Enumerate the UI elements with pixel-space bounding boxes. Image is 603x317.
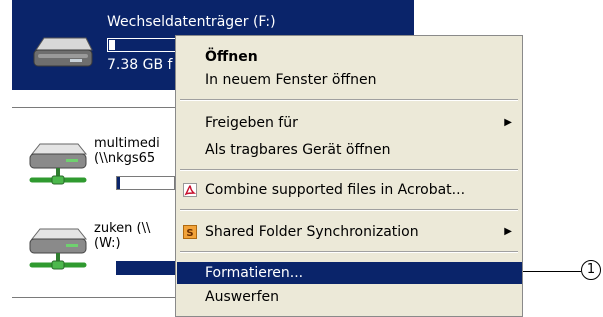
- section-divider: [12, 107, 175, 108]
- menu-item-label: In neuem Fenster öffnen: [205, 72, 377, 88]
- menu-item-open[interactable]: Öffnen: [177, 46, 522, 68]
- menu-item-label: Als tragbares Gerät öffnen: [205, 142, 391, 158]
- network-drive-icon: [29, 228, 88, 270]
- network-drive-name: multimedi: [94, 136, 160, 151]
- network-drive-item-multimedia[interactable]: multimedi (\\nkgs65: [12, 130, 175, 202]
- network-drive-usage-bar: [116, 261, 175, 275]
- callout-marker: 1: [581, 260, 601, 280]
- menu-item-label: Freigeben für: [205, 115, 298, 131]
- network-drive-usage-fill: [117, 262, 174, 274]
- submenu-arrow-icon: ▶: [504, 226, 512, 237]
- menu-separator: [180, 99, 518, 101]
- network-drive-item-zuken[interactable]: zuken (\\ (W:): [12, 215, 175, 287]
- network-drive-usage-fill: [117, 177, 121, 189]
- menu-item-label: Formatieren...: [205, 265, 304, 281]
- svg-text:S: S: [186, 228, 193, 239]
- menu-separator: [180, 209, 518, 211]
- network-drive-path: (W:): [94, 236, 121, 251]
- menu-item-open-as-portable[interactable]: Als tragbares Gerät öffnen: [177, 139, 522, 161]
- menu-item-format[interactable]: Formatieren...: [177, 262, 522, 284]
- network-drive-icon: [29, 143, 88, 185]
- menu-item-shared-folder-sync[interactable]: S Shared Folder Synchronization ▶: [177, 221, 522, 243]
- menu-item-share-with[interactable]: Freigeben für ▶: [177, 112, 522, 134]
- drive-usage-fill: [109, 40, 115, 50]
- network-drive-path: (\\nkgs65: [94, 151, 156, 166]
- callout-line: [523, 271, 581, 272]
- network-drive-name: zuken (\\: [94, 221, 151, 236]
- menu-item-open-new-window[interactable]: In neuem Fenster öffnen: [177, 69, 522, 91]
- submenu-arrow-icon: ▶: [504, 117, 512, 128]
- drive-title: Wechseldatenträger (F:): [107, 14, 276, 30]
- drive-free-space: 7.38 GB f: [107, 57, 173, 73]
- menu-separator: [180, 251, 518, 253]
- network-drive-usage-bar: [116, 176, 175, 190]
- context-menu: Öffnen In neuem Fenster öffnen Freigeben…: [175, 35, 523, 317]
- menu-separator: [180, 169, 518, 171]
- removable-drive-icon: [33, 37, 93, 67]
- section-divider: [12, 297, 175, 298]
- menu-item-label: Auswerfen: [205, 289, 279, 305]
- menu-item-combine-acrobat[interactable]: Combine supported files in Acrobat...: [177, 179, 522, 201]
- acrobat-icon: [183, 183, 197, 197]
- menu-item-label: Öffnen: [205, 49, 258, 65]
- menu-item-label: Shared Folder Synchronization: [205, 224, 419, 240]
- shared-folder-sync-icon: S: [183, 225, 197, 239]
- menu-item-eject[interactable]: Auswerfen: [177, 286, 522, 308]
- menu-item-label: Combine supported files in Acrobat...: [205, 182, 466, 198]
